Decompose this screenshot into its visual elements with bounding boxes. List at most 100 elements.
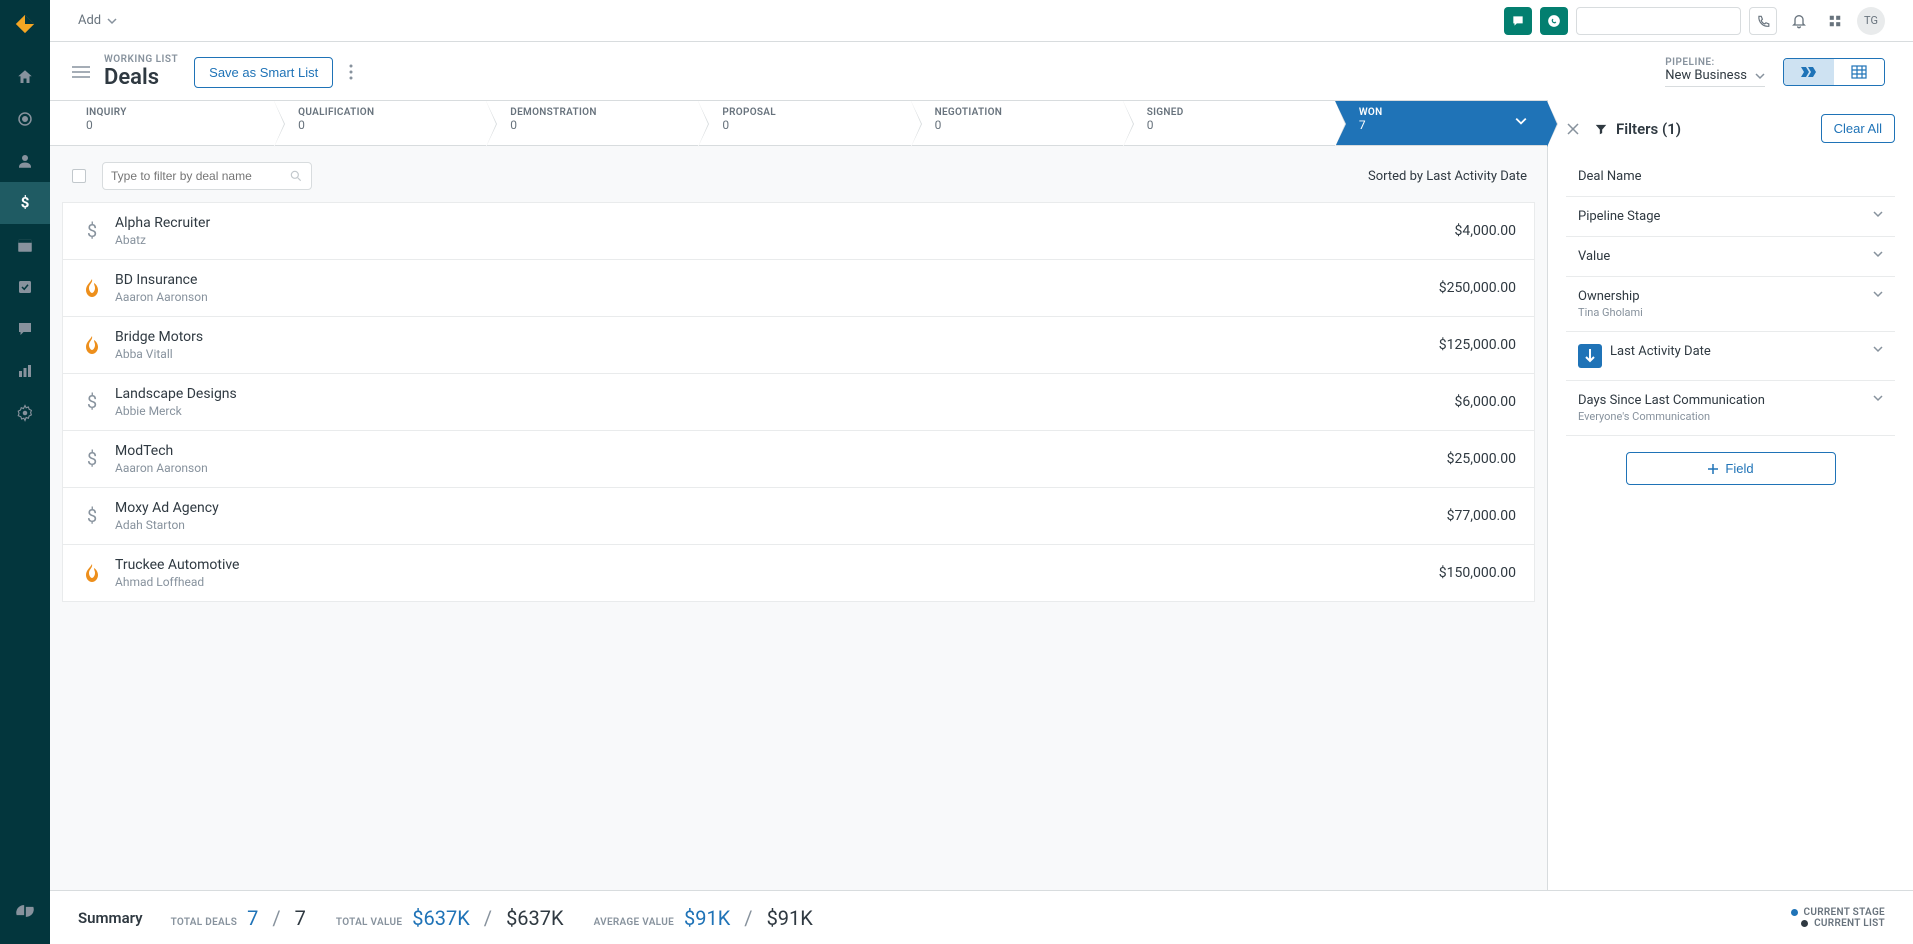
filter-deal-name[interactable]: Deal Name [1566, 157, 1895, 196]
deal-value: $4,000.00 [1454, 223, 1516, 239]
chevron-down-icon [1873, 344, 1883, 354]
nav-reports[interactable] [0, 350, 50, 392]
nav-settings[interactable] [0, 392, 50, 434]
flame-icon [85, 279, 99, 297]
stage-signed[interactable]: SIGNED0 [1123, 101, 1335, 145]
stage-view-button[interactable] [1784, 59, 1834, 85]
more-options-icon[interactable] [345, 60, 357, 84]
filter-pipeline-stage[interactable]: Pipeline Stage [1566, 196, 1895, 236]
sidebar: $ [0, 0, 50, 944]
deal-name: ModTech [115, 443, 1447, 459]
add-button[interactable]: Add [78, 13, 117, 28]
stage-proposal[interactable]: PROPOSAL0 [698, 101, 910, 145]
deal-name: Moxy Ad Agency [115, 500, 1447, 516]
pipeline-stages: INQUIRY0QUALIFICATION0DEMONSTRATION0PROP… [50, 100, 1547, 146]
hamburger-icon[interactable] [72, 65, 90, 79]
page-header: WORKING LIST Deals Save as Smart List PI… [50, 42, 1913, 100]
close-filters-icon[interactable] [1566, 122, 1580, 136]
nav-zendesk[interactable] [0, 890, 50, 932]
nav-comms[interactable] [0, 308, 50, 350]
deal-contact: Adah Starton [115, 518, 1447, 532]
stage-won[interactable]: WON7 [1335, 101, 1547, 145]
svg-text:$: $ [21, 194, 30, 212]
pipeline-value: New Business [1665, 68, 1747, 83]
nav-leads[interactable] [0, 98, 50, 140]
filters-panel: Filters (1) Clear All Deal Name Pipeline… [1548, 100, 1913, 890]
summary-total-value: TOTAL VALUE $637K / $637K [336, 906, 564, 930]
filter-icon [1594, 122, 1608, 136]
global-search[interactable] [1576, 7, 1741, 35]
stage-inquiry[interactable]: INQUIRY0 [62, 101, 274, 145]
pipeline-selector[interactable]: PIPELINE: New Business [1665, 57, 1765, 87]
nav-home[interactable] [0, 56, 50, 98]
deal-contact: Ahmad Loffhead [115, 575, 1439, 589]
global-search-input[interactable] [1585, 14, 1740, 28]
dollar-icon: $ [87, 506, 97, 527]
search-icon [289, 169, 303, 183]
page-title: Deals [104, 65, 178, 90]
nav-deals[interactable]: $ [0, 182, 50, 224]
chevron-down-icon [1873, 209, 1883, 219]
plus-icon [1707, 463, 1719, 475]
chevron-down-icon [1873, 393, 1883, 403]
add-label: Add [78, 13, 101, 28]
feedback-icon[interactable] [1504, 7, 1532, 35]
save-smart-list-button[interactable]: Save as Smart List [194, 57, 333, 88]
add-field-button[interactable]: Field [1626, 452, 1836, 485]
deal-value: $25,000.00 [1447, 451, 1516, 467]
filter-days-since[interactable]: Days Since Last Communication Everyone's… [1566, 380, 1895, 436]
legend-dot-list [1801, 920, 1808, 927]
summary-legend: CURRENT STAGE CURRENT LIST [1791, 907, 1885, 929]
apps-icon[interactable] [1821, 7, 1849, 35]
deal-name-filter[interactable] [102, 162, 312, 190]
filters-title: Filters (1) [1594, 120, 1681, 138]
nav-contacts[interactable] [0, 140, 50, 182]
phone-icon[interactable] [1749, 7, 1777, 35]
dollar-icon: $ [87, 221, 97, 242]
deal-contact: Abatz [115, 233, 1454, 247]
deal-name: Alpha Recruiter [115, 215, 1454, 231]
deal-name: Truckee Automotive [115, 557, 1439, 573]
deal-value: $150,000.00 [1439, 565, 1516, 581]
summary-total-deals: TOTAL DEALS 7 / 7 [171, 906, 306, 930]
clear-all-button[interactable]: Clear All [1821, 114, 1895, 143]
summary-avg-value: AVERAGE VALUE $91K / $91K [594, 906, 813, 930]
filter-last-activity[interactable]: Last Activity Date [1566, 331, 1895, 380]
deal-value: $125,000.00 [1439, 337, 1516, 353]
nav-tasks[interactable] [0, 266, 50, 308]
deal-row[interactable]: $ Moxy Ad Agency Adah Starton $77,000.00 [62, 488, 1535, 545]
deal-name-filter-input[interactable] [111, 169, 289, 183]
flame-icon [85, 336, 99, 354]
deal-row[interactable]: $ Landscape Designs Abbie Merck $6,000.0… [62, 374, 1535, 431]
deal-row[interactable]: $ ModTech Aaaron Aaronson $25,000.00 [62, 431, 1535, 488]
deal-name: Bridge Motors [115, 329, 1439, 345]
deal-row[interactable]: BD Insurance Aaaron Aaronson $250,000.00 [62, 260, 1535, 317]
stage-qualification[interactable]: QUALIFICATION0 [274, 101, 486, 145]
summary-bar: Summary TOTAL DEALS 7 / 7 TOTAL VALUE $6… [50, 890, 1913, 944]
dollar-icon: $ [87, 392, 97, 413]
select-all-checkbox[interactable] [72, 169, 86, 183]
sort-direction-icon[interactable] [1578, 344, 1602, 368]
deal-contact: Aaaron Aaronson [115, 290, 1439, 304]
nav-calendar[interactable] [0, 224, 50, 266]
deal-name: BD Insurance [115, 272, 1439, 288]
chevron-down-icon [1515, 115, 1527, 127]
table-view-button[interactable] [1834, 59, 1884, 85]
flame-icon [85, 564, 99, 582]
deal-row[interactable]: Truckee Automotive Ahmad Loffhead $150,0… [62, 545, 1535, 602]
stage-negotiation[interactable]: NEGOTIATION0 [911, 101, 1123, 145]
user-avatar[interactable]: TG [1857, 7, 1885, 35]
deal-row[interactable]: $ Alpha Recruiter Abatz $4,000.00 [62, 202, 1535, 260]
whatsapp-icon[interactable] [1540, 7, 1568, 35]
filter-value[interactable]: Value [1566, 236, 1895, 276]
chevron-down-icon [1873, 289, 1883, 299]
deal-contact: Abba Vitall [115, 347, 1439, 361]
topbar: Add TG [50, 0, 1913, 42]
stage-demonstration[interactable]: DEMONSTRATION0 [486, 101, 698, 145]
deal-row[interactable]: Bridge Motors Abba Vitall $125,000.00 [62, 317, 1535, 374]
chevron-down-icon [1873, 249, 1883, 259]
page-kicker: WORKING LIST [104, 54, 178, 65]
deal-contact: Aaaron Aaronson [115, 461, 1447, 475]
bell-icon[interactable] [1785, 7, 1813, 35]
filter-ownership[interactable]: Ownership Tina Gholami [1566, 276, 1895, 331]
